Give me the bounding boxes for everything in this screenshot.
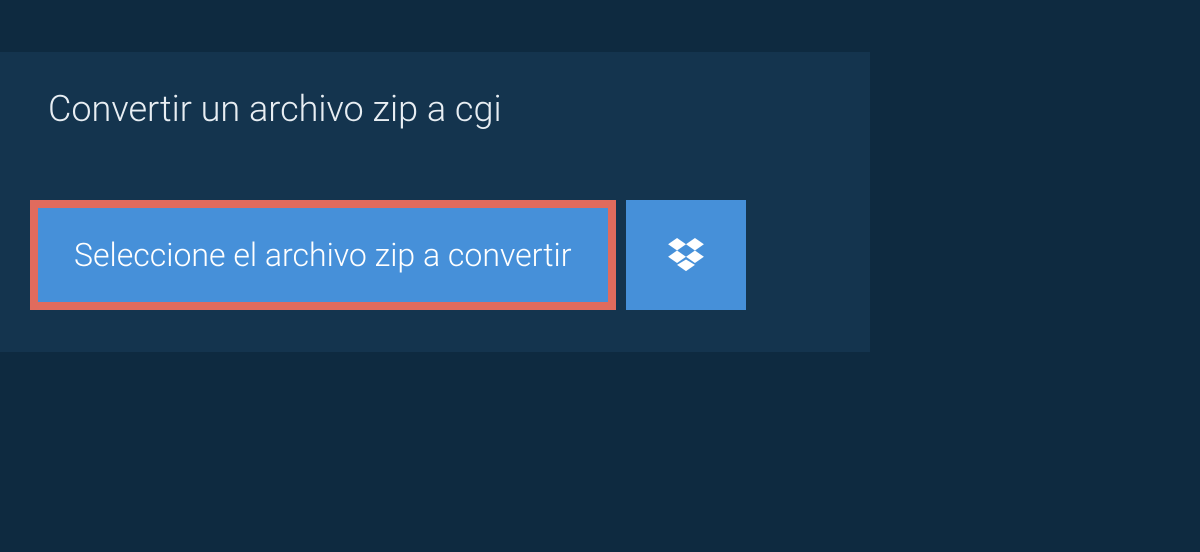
- dropbox-button[interactable]: [626, 200, 746, 310]
- select-file-button[interactable]: Seleccione el archivo zip a convertir: [30, 200, 616, 310]
- select-file-label: Seleccione el archivo zip a convertir: [74, 236, 572, 274]
- action-row: Seleccione el archivo zip a convertir: [0, 168, 870, 352]
- title-container: Convertir un archivo zip a cgi: [0, 52, 554, 168]
- converter-panel: Convertir un archivo zip a cgi Seleccion…: [0, 52, 870, 352]
- page-title: Convertir un archivo zip a cgi: [24, 70, 526, 150]
- panel-header: Convertir un archivo zip a cgi: [0, 52, 870, 168]
- dropbox-icon: [668, 238, 704, 272]
